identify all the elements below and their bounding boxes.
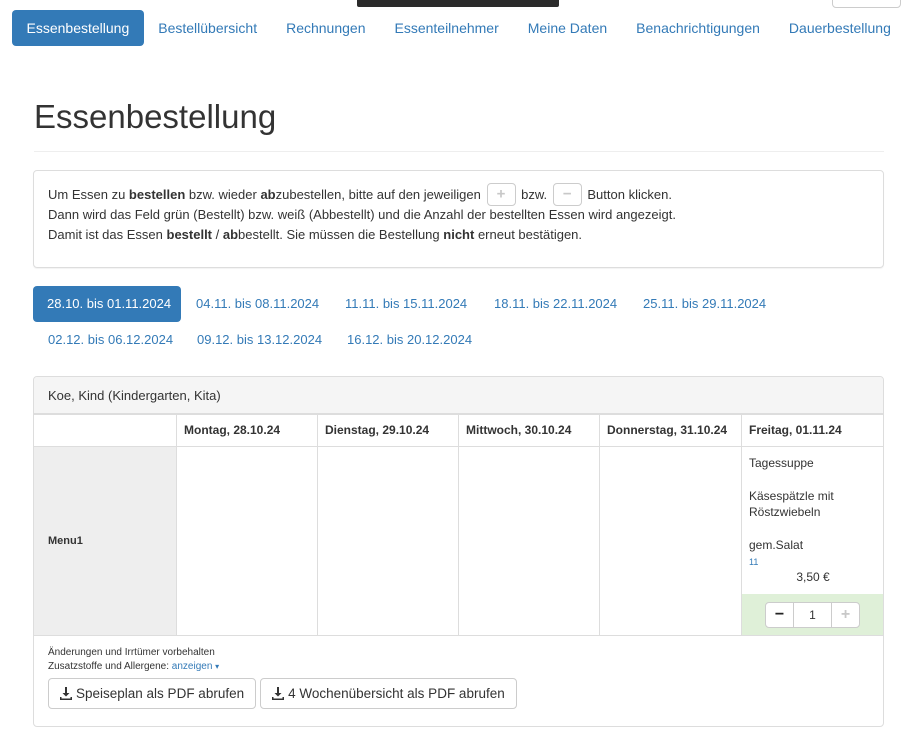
menu-cell-monday (176, 446, 318, 636)
minus-icon: − (562, 185, 572, 203)
day-header-monday: Montag, 28.10.24 (176, 414, 318, 447)
instructions-line-2: Dann wird das Feld grün (Bestellt) bzw. … (48, 207, 676, 222)
nav-item-dauerbestellung[interactable]: Dauerbestellung (774, 10, 905, 46)
nav-item-meine-daten[interactable]: Meine Daten (513, 10, 621, 46)
week-tab-2024-11-11[interactable]: 11.11. bis 15.11.2024 (331, 286, 481, 322)
nav-item-rechnungen[interactable]: Rechnungen (272, 10, 380, 46)
plus-icon: + (496, 185, 506, 203)
menu-cell-thursday (599, 446, 742, 636)
disclaimer-text: Änderungen und Irrtümer vorbehalten (48, 647, 215, 658)
week-tab-2024-12-16[interactable]: 16.12. bis 20.12.2024 (333, 322, 486, 358)
menu-table: Montag, 28.10.24 Dienstag, 29.10.24 Mitt… (34, 414, 883, 636)
download-icon (272, 687, 285, 700)
minus-icon: − (774, 606, 785, 623)
dish-price: 3,50 € (796, 570, 830, 584)
menu-row: Menu1 Tagessuppe Käsespätzle mit Röstzwi… (34, 446, 883, 636)
pdf-button-row: Speiseplan als PDF abrufen 4 Wochenübers… (48, 678, 871, 709)
week-tab-2024-11-25[interactable]: 25.11. bis 29.11.2024 (629, 286, 780, 322)
menu-cell-tuesday (317, 446, 459, 636)
dish-course-2: Käsespätzle mit Röstzwiebeln (749, 489, 834, 519)
menu-cell-friday: Tagessuppe Käsespätzle mit Röstzwiebeln … (741, 446, 883, 636)
instructions-line-1: Um Essen zu bestellen bzw. wieder abzube… (48, 182, 869, 207)
day-header-wednesday: Mittwoch, 30.10.24 (458, 414, 600, 447)
week-tab-2024-12-09[interactable]: 09.12. bis 13.12.2024 (183, 322, 336, 358)
instructions-box: Um Essen zu bestellen bzw. wieder abzube… (33, 170, 884, 268)
instructions-line-3: Damit ist das Essen bestellt / abbestell… (48, 227, 583, 242)
nav-item-benachrichtigungen[interactable]: Benachrichtigungen (622, 10, 775, 46)
nav-item-bestelluebersicht[interactable]: Bestellübersicht (144, 10, 272, 46)
four-week-pdf-button[interactable]: 4 Wochenübersicht als PDF abrufen (260, 678, 517, 709)
nav-item-essenbestellung[interactable]: Essenbestellung (12, 10, 144, 46)
week-tab-2024-11-18[interactable]: 18.11. bis 22.11.2024 (480, 286, 631, 322)
main-nav: Essenbestellung Bestellübersicht Rechnun… (12, 10, 905, 46)
week-tab-2024-10-28[interactable]: 28.10. bis 01.11.2024 (33, 286, 181, 322)
menu-pdf-button[interactable]: Speiseplan als PDF abrufen (48, 678, 257, 709)
nav-item-essenteilnehmer[interactable]: Essenteilnehmer (380, 10, 513, 46)
allergen-link[interactable]: 11 (742, 557, 883, 567)
decrease-button[interactable]: − (765, 602, 794, 628)
download-icon (60, 687, 72, 700)
dish-course-1: Tagessuppe (749, 456, 814, 470)
panel-footer: Änderungen und Irrtümer vorbehalten Zusa… (34, 635, 883, 726)
example-plus-button: + (486, 182, 516, 206)
example-minus-button: − (552, 182, 582, 206)
top-overlay-bar (357, 0, 559, 7)
title-divider (34, 151, 884, 152)
quantity-stepper: − 1 + (765, 602, 860, 628)
participant-heading: Koe, Kind (Kindergarten, Kita) (34, 377, 883, 414)
menu-row-label: Menu1 (34, 446, 177, 636)
week-tab-2024-11-04[interactable]: 04.11. bis 08.11.2024 (182, 286, 333, 322)
week-tab-2024-12-02[interactable]: 02.12. bis 06.12.2024 (34, 322, 187, 358)
corner-cell (34, 414, 177, 447)
dish-course-3: gem.Salat (749, 538, 804, 552)
caret-down-icon: ▾ (215, 662, 220, 671)
day-header-thursday: Donnerstag, 31.10.24 (599, 414, 742, 447)
day-header-friday: Freitag, 01.11.24 (741, 414, 883, 447)
top-right-button[interactable] (832, 0, 901, 8)
day-header-tuesday: Dienstag, 29.10.24 (317, 414, 459, 447)
additives-toggle-link[interactable]: anzeigen ▾ (172, 661, 219, 672)
order-status-zone: − 1 + (742, 594, 883, 635)
page-title: Essenbestellung (34, 98, 277, 135)
additives-line: Zusatzstoffe und Allergene: anzeigen ▾ (48, 661, 220, 672)
dish-description: Tagessuppe Käsespätzle mit Röstzwiebeln … (742, 447, 883, 553)
quantity-value: 1 (794, 602, 831, 628)
menu-cell-wednesday (458, 446, 600, 636)
plus-icon: + (840, 606, 851, 623)
increase-button[interactable]: + (831, 602, 860, 628)
day-header-row: Montag, 28.10.24 Dienstag, 29.10.24 Mitt… (34, 414, 883, 447)
order-panel: Koe, Kind (Kindergarten, Kita) Montag, 2… (33, 376, 884, 727)
